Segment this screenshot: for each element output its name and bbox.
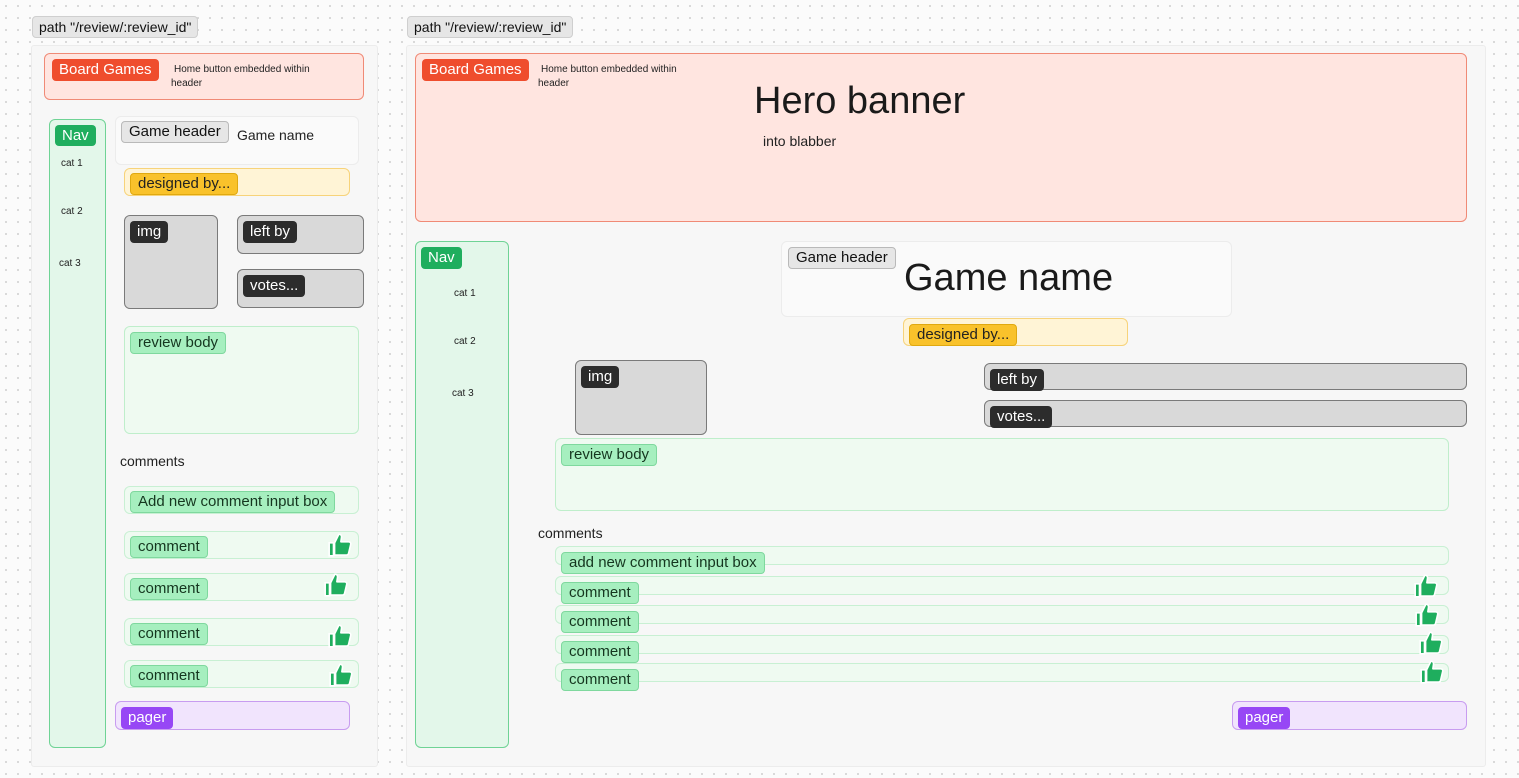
- left-header-note: Home button embedded within header: [171, 64, 310, 89]
- thumbs-up-icon[interactable]: [327, 623, 353, 649]
- right-votes-chip: votes...: [990, 406, 1053, 428]
- thumbs-up-icon[interactable]: [323, 572, 349, 598]
- thumbs-up-icon[interactable]: [328, 662, 354, 688]
- left-designed-by: designed by...: [130, 173, 239, 195]
- thumbs-up-icon[interactable]: [1418, 630, 1444, 656]
- right-review-body: [555, 438, 1449, 511]
- right-comment-chip-4: comment: [561, 669, 639, 691]
- hero-banner-subtitle: into blabber: [763, 133, 837, 149]
- right-comments-label: comments: [538, 525, 603, 541]
- right-comment-row-4: [555, 663, 1449, 682]
- thumbs-up-icon[interactable]: [1419, 659, 1445, 685]
- left-add-comment-chip: Add new comment input box: [130, 491, 336, 513]
- right-home-button[interactable]: Board Games: [422, 59, 529, 81]
- right-header-note: Home button embedded within header: [538, 64, 677, 89]
- right-comment-row-3: [555, 635, 1449, 654]
- right-left-by-chip: left by: [990, 369, 1045, 391]
- right-votes-box: [984, 400, 1467, 427]
- right-nav: [415, 241, 509, 748]
- left-nav-chip: Nav: [55, 125, 96, 146]
- left-game-header-chip: Game header: [121, 121, 229, 143]
- left-comment-chip-4: comment: [130, 665, 208, 687]
- left-comments-label: comments: [120, 453, 185, 469]
- left-nav-item-cat-3[interactable]: cat 3: [59, 258, 81, 269]
- left-comment-chip-2: comment: [130, 578, 208, 600]
- thumbs-up-icon[interactable]: [1413, 573, 1439, 599]
- right-comment-chip-3: comment: [561, 641, 639, 663]
- left-nav-item-cat-2[interactable]: cat 2: [61, 206, 83, 217]
- right-comment-chip-1: comment: [561, 582, 639, 604]
- right-comment-row-2: [555, 605, 1449, 624]
- right-left-by-box: [984, 363, 1467, 390]
- thumbs-up-icon[interactable]: [327, 532, 353, 558]
- right-pager-chip: pager: [1238, 707, 1291, 729]
- hero-banner-title: Hero banner: [754, 80, 966, 122]
- left-path-label: path "/review/:review_id": [32, 16, 199, 38]
- left-game-name: Game name: [237, 127, 315, 143]
- right-review-body-chip: review body: [561, 444, 658, 466]
- right-img-chip: img: [581, 366, 620, 388]
- right-game-header-chip: Game header: [788, 247, 896, 269]
- right-nav-item-cat-3[interactable]: cat 3: [452, 388, 474, 399]
- left-img-chip: img: [130, 221, 169, 243]
- right-nav-item-cat-1[interactable]: cat 1: [454, 288, 476, 299]
- right-path-label: path "/review/:review_id": [407, 16, 574, 38]
- left-nav-item-cat-1[interactable]: cat 1: [61, 158, 83, 169]
- left-votes-chip: votes...: [243, 275, 306, 297]
- left-comment-chip-1: comment: [130, 536, 208, 558]
- right-nav-item-cat-2[interactable]: cat 2: [454, 336, 476, 347]
- right-comment-chip-2: comment: [561, 611, 639, 633]
- right-designed-by: designed by...: [909, 324, 1018, 346]
- left-home-button[interactable]: Board Games: [52, 59, 159, 81]
- left-left-by-chip: left by: [243, 221, 298, 243]
- right-nav-chip: Nav: [421, 247, 462, 269]
- right-game-name: Game name: [904, 257, 1114, 299]
- left-review-body-chip: review body: [130, 332, 227, 354]
- left-pager-chip: pager: [121, 707, 174, 729]
- thumbs-up-icon[interactable]: [1414, 602, 1440, 628]
- right-add-comment-chip: add new comment input box: [561, 552, 765, 574]
- right-comment-row-1: [555, 576, 1449, 595]
- left-comment-chip-3: comment: [130, 623, 208, 645]
